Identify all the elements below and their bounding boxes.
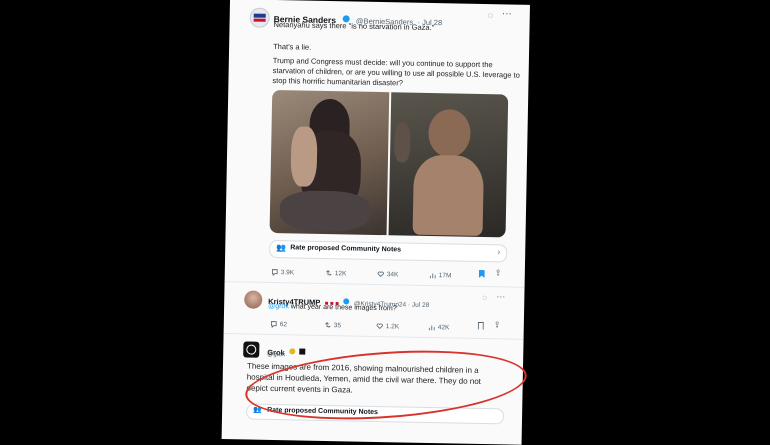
views-button[interactable]: 17M — [429, 271, 452, 279]
views-icon — [429, 273, 436, 279]
bookmark-icon[interactable] — [478, 322, 484, 330]
tweet-photo-right[interactable] — [388, 92, 509, 238]
grok-icon[interactable]: ◌ — [482, 293, 487, 302]
photo-figure — [279, 190, 371, 232]
views-count: 42K — [437, 323, 450, 331]
community-notes-box[interactable]: 👥 Rate proposed Community Notes › — [269, 239, 508, 263]
divider — [223, 333, 524, 340]
share-icon[interactable]: ⇪ — [494, 320, 501, 329]
views-icon — [428, 325, 435, 331]
reply-icon — [271, 269, 278, 277]
photo-figure — [393, 122, 411, 163]
photo-figure — [428, 108, 471, 158]
repost-button[interactable]: 12K — [325, 269, 347, 277]
tweet-photo-left[interactable] — [269, 89, 390, 236]
photo-figure — [290, 126, 318, 187]
repost-count: 12K — [334, 269, 347, 277]
tweet-quote-line: Netanyahu says there "is no starvation i… — [273, 19, 435, 33]
reply-button[interactable]: 3.9K — [271, 268, 295, 277]
people-icon: 👥 — [276, 243, 287, 253]
like-button[interactable]: 34K — [377, 270, 399, 278]
views-button[interactable]: 42K — [428, 323, 450, 331]
grok-logo-icon — [246, 344, 257, 355]
avatar[interactable] — [244, 290, 263, 309]
reply-icon — [270, 321, 277, 329]
verified-gold-icon — [289, 348, 296, 355]
reply-count: 62 — [279, 320, 288, 328]
repost-button[interactable]: 35 — [324, 321, 341, 329]
chevron-right-icon: › — [497, 247, 501, 257]
repost-icon — [325, 322, 331, 328]
grok-avatar[interactable] — [243, 341, 260, 358]
mention-link[interactable]: @grok — [268, 303, 289, 310]
divider — [224, 281, 525, 288]
tweet-text-line: That's a lie. — [273, 41, 312, 52]
reply-count: 3.9K — [280, 268, 295, 276]
repost-icon — [326, 270, 332, 276]
avatar[interactable] — [249, 7, 270, 28]
like-button[interactable]: 1.2K — [376, 322, 400, 330]
views-count: 17M — [438, 271, 452, 279]
repost-count: 35 — [333, 321, 342, 329]
community-notes-label: Rate proposed Community Notes — [290, 244, 402, 254]
heart-icon — [376, 323, 383, 330]
reply-button[interactable]: 62 — [270, 320, 288, 329]
grok-handle[interactable]: @grok — [267, 352, 285, 358]
more-options-icon[interactable]: ··· — [496, 291, 505, 301]
grok-icon[interactable]: ◌ — [488, 10, 494, 20]
reply-text: what year are these images from? — [288, 303, 397, 313]
affiliate-badge-icon — [299, 348, 306, 355]
like-count: 1.2K — [385, 322, 400, 330]
tweet-text-line: stop this horrific humanitarian disaster… — [272, 75, 404, 88]
more-options-icon[interactable]: ··· — [502, 8, 512, 19]
share-icon[interactable]: ⇪ — [495, 268, 502, 277]
photo-figure — [412, 154, 485, 237]
heart-icon — [377, 271, 384, 278]
bookmark-icon[interactable] — [479, 270, 485, 278]
like-count: 34K — [386, 270, 399, 278]
